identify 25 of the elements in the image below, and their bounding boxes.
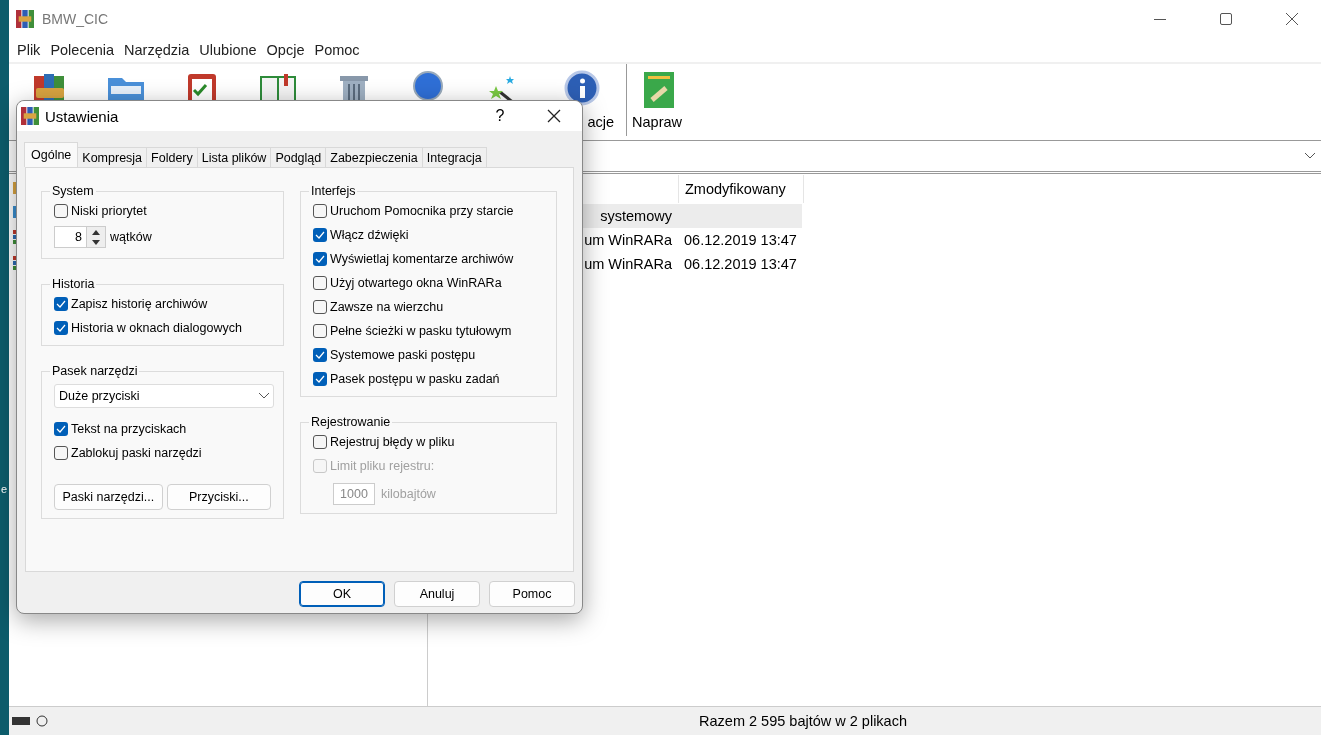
field-unit: kilobajtów xyxy=(381,487,436,501)
checkbox-label: Zapisz historię archiwów xyxy=(71,297,208,311)
checkbox-label: Zablokuj paski narzędzi xyxy=(71,446,202,460)
checkbox-label: Użyj otwartego okna WinRARa xyxy=(330,276,502,290)
checkbox-label: Wyświetlaj komentarze archiwów xyxy=(330,252,514,266)
spinner-unit: wątków xyxy=(110,230,152,244)
checkbox-label: Historia w oknach dialogowych xyxy=(71,321,242,335)
group-title: Pasek narzędzi xyxy=(51,364,139,378)
checkbox-label: Pełne ścieżki w pasku tytułowym xyxy=(330,324,512,338)
checkbox-label: Systemowe paski postępu xyxy=(330,348,476,362)
dialog-title: Ustawienia xyxy=(45,107,120,125)
group-title: Interfejs xyxy=(310,184,357,198)
checkbox-label: Zawsze na wierzchu xyxy=(330,300,444,314)
desktop-label: e xyxy=(1,483,8,495)
group-title: Rejestrowanie xyxy=(310,415,392,429)
status-text: Razem 2 595 bajtów w 2 plikach xyxy=(699,713,907,729)
checkbox-label: Limit pliku rejestru: xyxy=(330,459,435,473)
checkbox-label: Tekst na przyciskach xyxy=(71,422,187,436)
group-title: Historia xyxy=(51,277,96,291)
checkbox-label: Włącz dźwięki xyxy=(330,228,409,242)
checkbox-label: Rejestruj błędy w pliku xyxy=(330,435,455,449)
checkbox-label: Niski priorytet xyxy=(71,204,147,218)
group-title: System xyxy=(51,184,95,198)
window-title: BMW_CIC xyxy=(42,11,110,27)
checkbox-label: Pasek postępu w pasku zadań xyxy=(330,372,500,386)
